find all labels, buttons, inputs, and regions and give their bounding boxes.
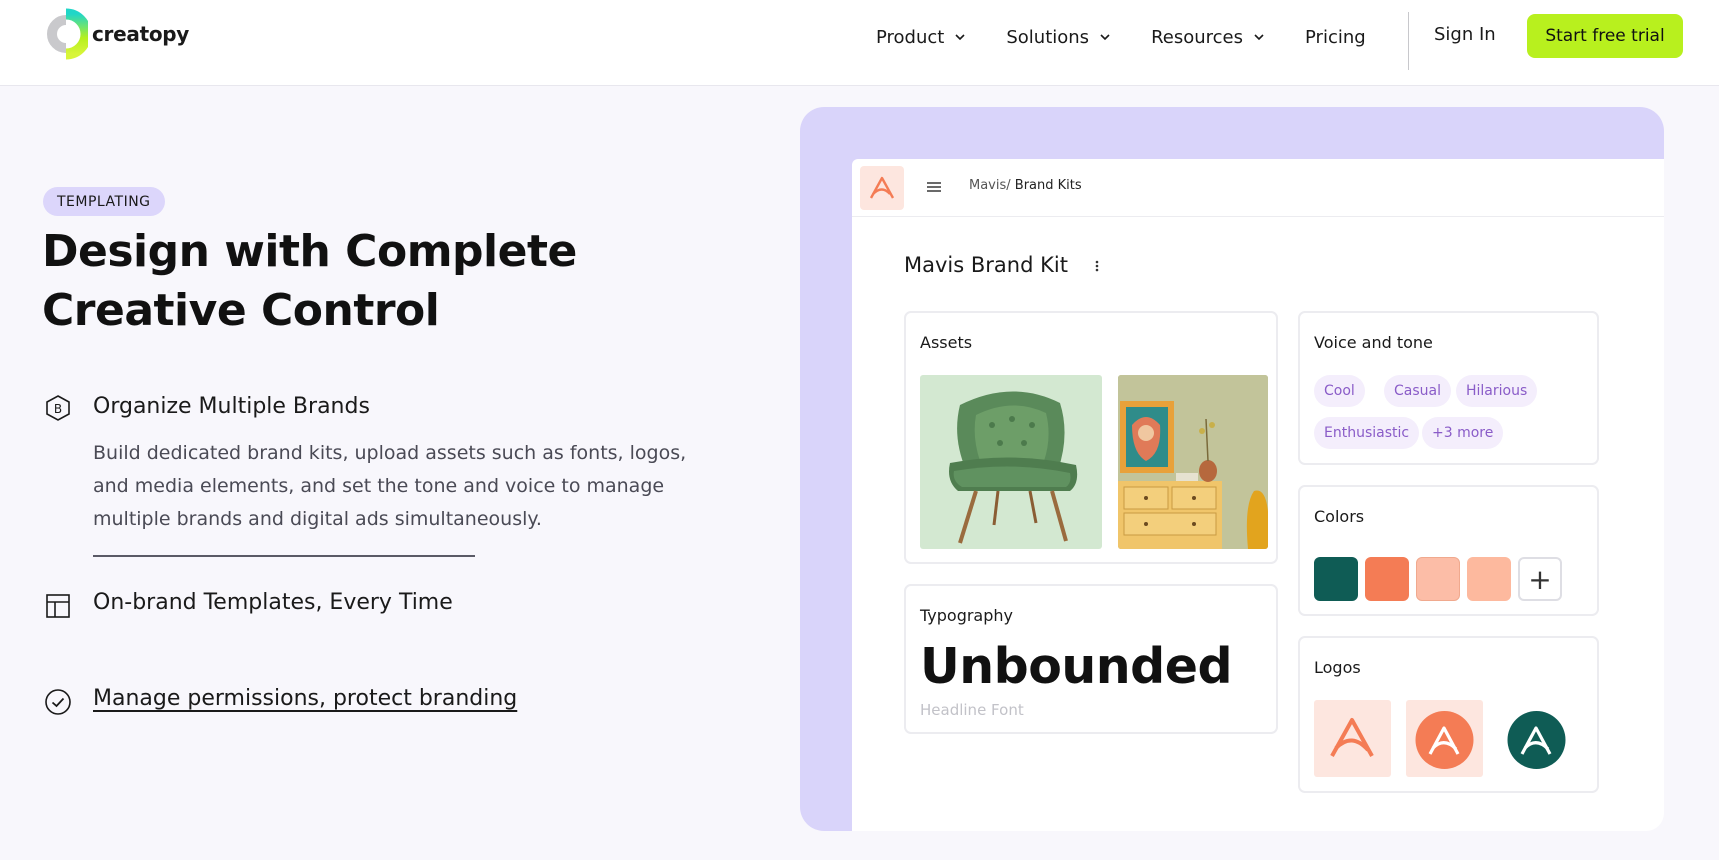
voice-tone-card-title: Voice and tone [1314,333,1433,352]
assets-card: Assets [904,311,1278,564]
breadcrumb-current: Brand Kits [1014,178,1082,193]
hamburger-menu-icon [927,182,941,192]
color-swatch[interactable] [1365,557,1409,601]
nav-product[interactable]: Product [876,27,966,48]
chevron-down-icon [955,34,965,41]
add-color-button[interactable]: + [1518,557,1562,601]
color-swatch[interactable] [1467,557,1511,601]
voice-tone-card: Voice and tone Cool Casual Hilarious Ent… [1298,311,1599,465]
mavis-logo-teal-icon [1507,711,1566,769]
assets-card-title: Assets [920,333,973,352]
tone-tag-cool[interactable]: Cool [1314,375,1365,407]
breadcrumb-parent: Mavis/ [969,178,1011,193]
nav-solutions[interactable]: Solutions [1006,27,1111,48]
nav-solutions-label: Solutions [1006,26,1090,48]
breadcrumb: Mavis/ Brand Kits [969,178,1082,193]
logos-card-title: Logos [1314,658,1361,677]
feature-divider [93,555,475,557]
app-topbar: Mavis/ Brand Kits [852,159,1664,217]
chevron-down-icon [1100,34,1110,41]
colors-card: Colors + [1298,485,1599,616]
dresser-illustration [1118,375,1268,549]
colors-card-title: Colors [1314,507,1365,526]
color-swatch[interactable] [1314,557,1358,601]
sign-in-link[interactable]: Sign In [1434,24,1496,45]
dresser-image [1118,375,1268,549]
logo-variant-teal[interactable] [1498,700,1575,777]
feature-organize-brands[interactable]: Organize Multiple Brands [93,394,370,419]
logo-variant-outline[interactable] [1314,700,1391,777]
brand-kit-app-preview: Mavis/ Brand Kits Mavis Brand Kit Assets [852,159,1664,831]
color-swatch[interactable] [1416,557,1460,601]
tone-tag-casual[interactable]: Casual [1384,375,1451,407]
app-logo [860,166,904,210]
svg-text:B: B [54,402,62,416]
section-badge: TEMPLATING [43,187,165,216]
nav-resources[interactable]: Resources [1151,27,1265,48]
mavis-logo-icon [869,176,895,199]
mavis-logo-icon [1330,718,1374,757]
feature-organize-brands-description: Build dedicated brand kits, upload asset… [93,442,687,530]
green-chair-illustration [949,391,1078,544]
creatopy-logo-icon [47,8,88,60]
layout-template-icon [46,594,70,618]
chevron-down-icon [1254,34,1264,41]
tone-tag-more[interactable]: +3 more [1422,417,1504,449]
main-nav: Product Solutions Resources Pricing [876,22,1406,52]
nav-product-label: Product [876,26,945,48]
brand-hexagon-icon: B [46,395,70,421]
nav-pricing-label: Pricing [1305,26,1366,48]
brand-name: creatopy [92,22,190,46]
more-options-icon [1095,260,1099,272]
nav-divider [1408,12,1409,70]
tone-tag-enthusiastic[interactable]: Enthusiastic [1314,417,1420,449]
check-circle-icon [45,689,71,715]
nav-resources-label: Resources [1151,26,1243,48]
feature-manage-permissions[interactable]: Manage permissions, protect branding [93,686,517,711]
chair-image [920,375,1102,549]
feature-onbrand-templates[interactable]: On-brand Templates, Every Time [93,590,453,615]
mavis-logo-orange-icon [1415,711,1474,769]
font-name: Unbounded [920,638,1233,695]
typography-card: Typography Unbounded Headline Font [904,584,1278,734]
logos-card: Logos [1298,636,1599,793]
font-role: Headline Font [920,701,1024,719]
logo-variant-orange[interactable] [1406,700,1483,777]
start-free-trial-button[interactable]: Start free trial [1527,14,1683,58]
site-header: creatopy Product Solutions Resources Pri… [0,0,1719,86]
page-title: Design with Complete Creative Control [42,226,577,336]
typography-card-title: Typography [920,606,1013,625]
tone-tag-hilarious[interactable]: Hilarious [1456,375,1538,407]
brand-kit-title: Mavis Brand Kit [904,253,1068,277]
brand-logo[interactable]: creatopy [42,6,189,62]
nav-pricing[interactable]: Pricing [1305,27,1366,48]
